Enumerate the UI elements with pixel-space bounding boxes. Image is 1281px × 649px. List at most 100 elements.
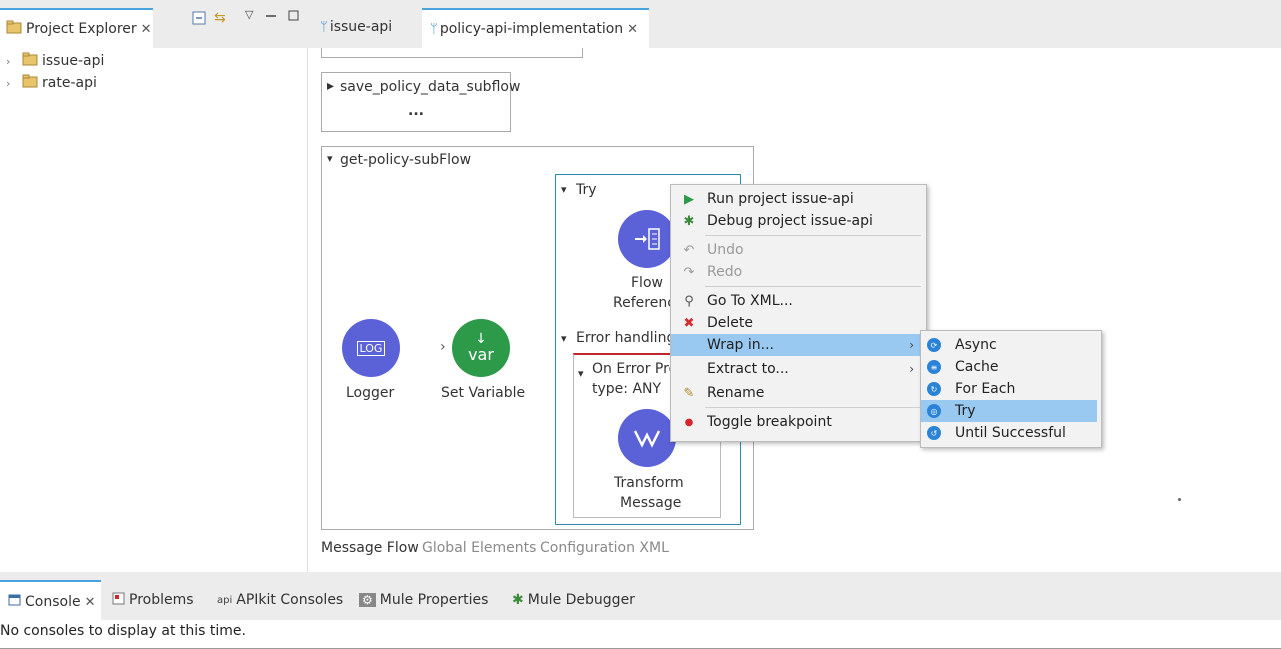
- link-editor-icon[interactable]: ⇆: [214, 10, 226, 26]
- submenu-item-label: Cache: [955, 359, 999, 375]
- for-each-icon: ↻: [927, 382, 941, 396]
- problems-icon: [112, 592, 125, 609]
- try-icon: ◎: [927, 404, 941, 418]
- arrow-icon: ›: [440, 339, 446, 355]
- flow-reference-component[interactable]: [618, 210, 676, 268]
- delete-icon: ✖: [683, 315, 695, 331]
- component-label-line2: Message: [620, 495, 682, 511]
- menu-item-delete[interactable]: ✖ Delete: [671, 312, 926, 334]
- tab-mule-debugger[interactable]: ✱ Mule Debugger: [512, 580, 635, 620]
- menu-item-undo[interactable]: ↶ Undo: [671, 239, 926, 261]
- component-label-line1: Flow: [631, 275, 663, 291]
- console-panel: No consoles to display at this time.: [0, 620, 1281, 649]
- component-label-line2: Referenc: [613, 295, 675, 311]
- transform-message-component[interactable]: [618, 409, 676, 467]
- tab-global-elements[interactable]: Global Elements: [422, 540, 536, 556]
- set-variable-component[interactable]: ↓ var: [452, 319, 510, 377]
- tree-item-issue-api[interactable]: › issue-api: [6, 52, 104, 70]
- menu-item-label: Go To XML...: [707, 293, 793, 309]
- save-policy-subflow-box[interactable]: ▸ save_policy_data_subflow ...: [321, 72, 520, 132]
- project-explorer: › issue-api › rate-api: [0, 48, 308, 572]
- tab-mule-properties[interactable]: ⚙ Mule Properties: [359, 580, 488, 620]
- tab-message-flow[interactable]: Message Flow: [321, 540, 419, 556]
- bug-icon: ✱: [683, 213, 695, 229]
- mule-icon: ᛘ: [430, 21, 438, 37]
- tab-configuration-xml[interactable]: Configuration XML: [540, 540, 669, 556]
- tab-project-explorer[interactable]: Project Explorer ✕: [0, 8, 153, 48]
- try-label: Try: [576, 182, 597, 198]
- menu-item-label: Delete: [707, 315, 753, 331]
- async-icon: ⟳: [927, 338, 941, 352]
- close-icon[interactable]: ✕: [85, 595, 96, 610]
- editor-tab-policy-api-implementation[interactable]: ᛘ policy-api-implementation ✕: [422, 8, 649, 48]
- redo-icon: ↷: [683, 264, 695, 280]
- tab-console[interactable]: Console ✕: [0, 580, 101, 622]
- top-tab-strip: Project Explorer ✕ ⇆ ▽ ᛘ issue-api ᛘ pol…: [0, 0, 1281, 48]
- view-menu-icon[interactable]: ▽: [245, 8, 253, 21]
- minimize-icon[interactable]: [265, 10, 277, 26]
- menu-item-redo[interactable]: ↷ Redo: [671, 261, 926, 283]
- submenu-item-for-each[interactable]: ↻ For Each: [921, 378, 1097, 400]
- logger-component[interactable]: LOG: [342, 319, 400, 377]
- maximize-icon[interactable]: [288, 10, 300, 26]
- var-icon-text: var: [468, 345, 494, 364]
- submenu-item-until-successful[interactable]: ↺ Until Successful: [921, 422, 1097, 444]
- submenu-item-cache[interactable]: ≡ Cache: [921, 356, 1097, 378]
- menu-item-label: Debug project issue-api: [707, 213, 873, 229]
- wrap-in-submenu: ⟳ Async ≡ Cache ↻ For Each ◎ Try ↺ Until…: [920, 330, 1102, 448]
- menu-item-rename[interactable]: ✎ Rename: [671, 382, 926, 404]
- menu-item-label: Wrap in...: [707, 337, 774, 353]
- collapse-triangle-icon[interactable]: ▾: [561, 332, 567, 345]
- collapse-triangle-icon[interactable]: ▾: [327, 152, 333, 165]
- breakpoint-icon: ●: [684, 416, 694, 428]
- collapse-triangle-icon[interactable]: ▾: [578, 367, 584, 380]
- dataweave-icon: [633, 430, 661, 448]
- project-folder-icon: [22, 74, 38, 92]
- flow-reference-icon: [635, 228, 660, 250]
- api-icon: api: [217, 594, 233, 606]
- chevron-right-icon: ›: [909, 338, 914, 352]
- gear-icon: ⚙: [359, 593, 376, 607]
- tree-item-label: rate-api: [42, 75, 97, 91]
- component-label: Logger: [346, 385, 395, 401]
- tree-item-label: issue-api: [42, 53, 105, 69]
- chevron-right-icon[interactable]: ›: [6, 55, 18, 68]
- menu-separator: [705, 286, 921, 287]
- tab-problems[interactable]: Problems: [112, 580, 194, 620]
- tree-item-rate-api[interactable]: › rate-api: [6, 74, 97, 92]
- component-label: Set Variable: [441, 385, 526, 401]
- rename-icon: ✎: [683, 385, 695, 401]
- tab-label: Console: [25, 594, 81, 610]
- console-icon: [8, 594, 21, 610]
- subflow-title: get-policy-subFlow: [340, 152, 472, 168]
- menu-item-run-project[interactable]: ▶ Run project issue-api: [671, 188, 926, 210]
- chevron-right-icon: ›: [909, 362, 914, 376]
- console-message: No consoles to display at this time.: [0, 623, 246, 639]
- expand-triangle-icon: ▸: [327, 78, 335, 94]
- on-error-label: On Error Pro: [592, 361, 678, 377]
- menu-item-extract-to[interactable]: Extract to... ›: [671, 358, 926, 380]
- menu-item-toggle-breakpoint[interactable]: ● Toggle breakpoint: [671, 411, 926, 433]
- menu-item-label: Extract to...: [707, 361, 789, 377]
- menu-item-wrap-in[interactable]: Wrap in... ›: [671, 334, 926, 356]
- submenu-item-async[interactable]: ⟳ Async: [921, 334, 1097, 356]
- chevron-right-icon[interactable]: ›: [6, 77, 18, 90]
- tab-label: Problems: [129, 592, 194, 608]
- run-icon: ▶: [684, 191, 694, 207]
- canvas-dot: [1178, 498, 1181, 501]
- close-icon[interactable]: ✕: [141, 22, 152, 37]
- tab-label: Mule Properties: [379, 592, 489, 608]
- submenu-item-try[interactable]: ◎ Try: [921, 400, 1097, 422]
- editor-tab-issue-api[interactable]: ᛘ issue-api: [314, 8, 420, 46]
- undo-icon: ↶: [683, 242, 695, 258]
- tab-apikit-consoles[interactable]: api APIkit Consoles: [217, 580, 343, 620]
- menu-item-debug-project[interactable]: ✱ Debug project issue-api: [671, 210, 926, 232]
- collapse-triangle-icon[interactable]: ▾: [561, 183, 567, 196]
- menu-item-go-to-xml[interactable]: ⚲ Go To XML...: [671, 290, 926, 312]
- console-tab-strip: Console ✕ Problems api APIkit Consoles ⚙…: [0, 572, 1281, 622]
- cache-icon: ≡: [927, 360, 941, 374]
- more-ellipsis[interactable]: ...: [408, 103, 424, 119]
- close-icon[interactable]: ✕: [627, 22, 638, 37]
- mule-icon: ᛘ: [320, 19, 328, 35]
- collapse-all-icon[interactable]: [192, 11, 206, 29]
